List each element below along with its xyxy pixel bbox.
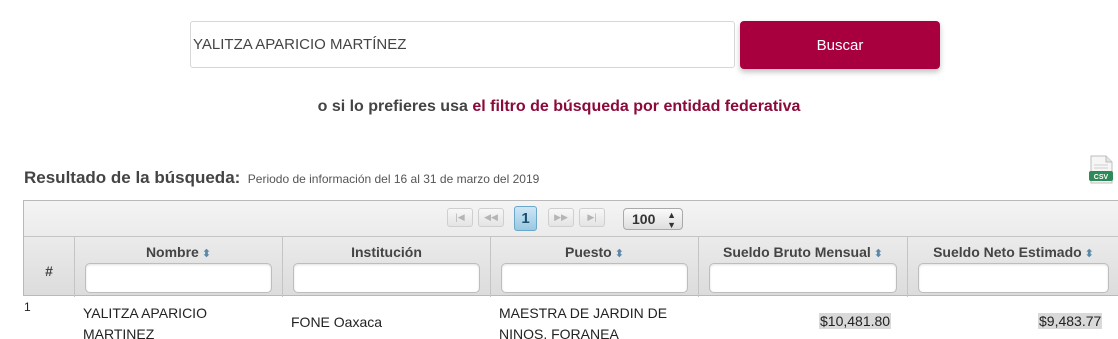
table-header: # Nombre ⬍ Institución Puesto ⬍ Sueldo Bru… (24, 236, 1118, 297)
row-sueldo-neto: $9,483.77 (1038, 313, 1103, 329)
header-index: # (24, 237, 74, 297)
header-nombre-label: Nombre (145, 244, 199, 260)
header-institucion: Institución (282, 237, 490, 297)
header-neto-label: Sueldo Neto Estimado (933, 244, 1082, 260)
page-size-select[interactable]: 100 ▲ ▼ (623, 208, 683, 230)
row-sueldo-bruto: $10,481.80 (819, 313, 892, 329)
csv-download-icon[interactable]: CSV (1088, 155, 1114, 185)
select-arrows-icon: ▲ ▼ (667, 210, 676, 230)
header-institucion-label: Institución (351, 244, 422, 260)
header-bruto-label: Sueldo Bruto Mensual (722, 244, 871, 260)
pagination: |◀ ◀◀ 1 ▶▶ ▶| 100 ▲ ▼ (24, 201, 1118, 236)
sort-icon[interactable]: ⬍ (874, 248, 883, 260)
search-input[interactable] (190, 21, 735, 68)
state-filter-link[interactable]: el filtro de búsqueda por entidad federa… (472, 98, 800, 115)
prev-page-button[interactable]: ◀◀ (478, 208, 504, 227)
header-index-label: # (45, 263, 53, 279)
first-page-button[interactable]: |◀ (447, 208, 473, 227)
header-nombre[interactable]: Nombre ⬍ (74, 237, 282, 297)
results-heading: Resultado de la búsqueda: Periodo de inf… (24, 168, 539, 188)
sort-icon[interactable]: ⬍ (1085, 248, 1094, 260)
filter-nombre-input[interactable] (85, 263, 272, 293)
filter-institucion-input[interactable] (293, 263, 480, 293)
row-puesto: MAESTRA DE JARDIN DE NINOS, FORANEA (499, 305, 668, 339)
row-nombre: YALITZA APARICIO MARTINEZ (83, 305, 207, 339)
row-institucion: FONE Oaxaca (291, 314, 383, 330)
row-number: 1 (24, 300, 31, 314)
header-neto[interactable]: Sueldo Neto Estimado ⬍ (907, 237, 1118, 297)
search-bar: Buscar (190, 21, 940, 69)
header-puesto[interactable]: Puesto ⬍ (490, 237, 698, 297)
filter-neto-input[interactable] (918, 263, 1109, 293)
filter-prefix: o si lo prefieres usa (317, 98, 468, 115)
filter-bruto-input[interactable] (709, 263, 897, 293)
results-table: |◀ ◀◀ 1 ▶▶ ▶| 100 ▲ ▼ # Nombre ⬍ Instituci… (23, 200, 1118, 297)
sort-icon[interactable]: ⬍ (202, 248, 211, 260)
results-title: Resultado de la búsqueda: (24, 168, 241, 187)
header-bruto[interactable]: Sueldo Bruto Mensual ⬍ (698, 237, 907, 297)
current-page-button[interactable]: 1 (514, 206, 537, 231)
search-button[interactable]: Buscar (740, 21, 940, 69)
results-period: Periodo de información del 16 al 31 de m… (247, 172, 540, 186)
next-page-button[interactable]: ▶▶ (548, 208, 574, 227)
header-puesto-label: Puesto (565, 244, 612, 260)
filter-puesto-input[interactable] (501, 263, 688, 293)
filter-hint: o si lo prefieres usa el filtro de búsqu… (0, 98, 1118, 116)
table-row: 1 YALITZA APARICIO MARTINEZ FONE Oaxaca … (23, 296, 1118, 339)
sort-icon[interactable]: ⬍ (615, 248, 624, 260)
page-size-value: 100 (632, 211, 656, 227)
last-page-button[interactable]: ▶| (579, 208, 605, 227)
svg-text:CSV: CSV (1094, 174, 1109, 181)
